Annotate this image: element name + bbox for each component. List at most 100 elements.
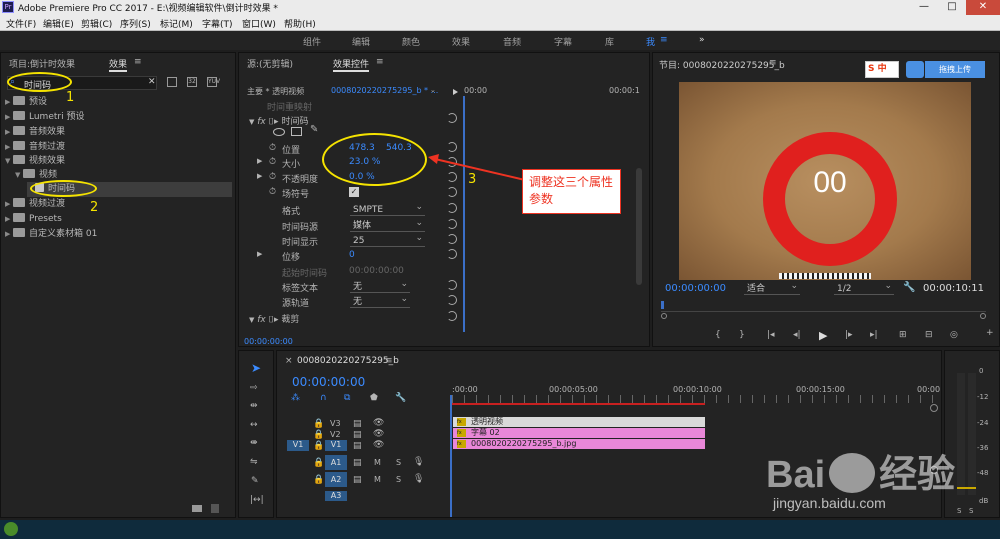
offset-expand-chevron-icon[interactable]: ▶ [257,250,262,258]
tree-item-custom-bin[interactable]: ▶ 自定义素材箱 01 [5,227,97,242]
track-name-v1[interactable]: V1 [325,440,347,451]
voiceover-mic-icon[interactable]: 🎙 [413,457,424,467]
stopwatch-icon[interactable]: ⏱ [269,143,276,153]
clip-image[interactable]: fx 0008020220275295_b.jpg [453,439,705,449]
scale-expand-chevron-icon[interactable]: ▶ [257,157,262,165]
menu-window[interactable]: 窗口(W) [242,17,276,30]
tree-item-presets[interactable]: ▶ 预设 [5,95,47,110]
track-name-a3[interactable]: A3 [325,491,347,501]
menu-clip[interactable]: 剪辑(C) [81,17,112,30]
tree-item-audio-effects[interactable]: ▶ 音频效果 [5,125,65,140]
tree-item-video-transitions[interactable]: ▶ 视频过渡 [5,197,65,212]
menu-marker[interactable]: 标记(M) [160,17,193,30]
yuv-effects-icon[interactable]: YUV [207,77,220,87]
effect-controls-timecode[interactable]: 00:00:00:00 [244,337,293,346]
lift-icon[interactable]: ⊞ [899,330,907,340]
program-title[interactable]: 节目: 0008020220275295_b [659,58,785,71]
stopwatch-icon[interactable]: ⏱ [269,172,276,182]
reset-icon[interactable] [447,113,457,123]
tab-project[interactable]: 项目:倒计时效果 [9,57,75,70]
workspace-tab-assembly[interactable]: 组件 [303,35,321,48]
scroll-handle[interactable] [930,404,938,412]
reset-icon[interactable] [447,203,457,213]
step-back-icon[interactable]: ◂| [793,330,801,340]
timeline-close-icon[interactable]: × [285,356,293,366]
menu-help[interactable]: 帮助(H) [284,17,316,30]
mark-in-icon[interactable]: { [715,330,721,340]
solo-button[interactable]: S [396,475,401,484]
cloud-icon[interactable] [906,61,924,78]
sync-lock-icon[interactable]: ▤ [353,441,362,451]
program-timecode[interactable]: 00:00:00:00 [665,283,726,294]
tab-effects[interactable]: 效果 [109,57,128,72]
timecode-effect-row[interactable]: ▼ fx ⌷▸ 时间码 [249,114,308,127]
clip-menu-chevron-icon[interactable]: ⌄ [430,86,436,94]
reset-icon[interactable] [447,249,457,259]
32bit-effects-icon[interactable]: 32 [187,77,197,87]
menu-edit[interactable]: 编辑(E) [43,17,74,30]
minimize-button[interactable]: — [911,0,937,15]
wrench-icon[interactable]: 🔧 [903,282,915,293]
work-area-bar[interactable] [452,403,705,405]
ellipse-mask-icon[interactable] [273,128,285,136]
clip-transparent-video[interactable]: fx 透明视频 [453,417,705,427]
track-select-tool-icon[interactable]: ⇨ [250,383,258,393]
crop-effect-row[interactable]: ▼ fx ⌷▸ 裁剪 [249,312,299,325]
upload-button[interactable]: 拖拽上传 [925,61,985,78]
play-button[interactable]: ▶ [819,329,827,342]
nest-icon[interactable]: ⁂ [291,393,300,403]
reset-icon[interactable] [447,311,457,321]
timeline-timecode[interactable]: 00:00:00:00 [292,375,365,389]
zoom-handle-right[interactable] [980,313,986,319]
workspace-tab-editing[interactable]: 编辑 [352,35,370,48]
menu-sequence[interactable]: 序列(S) [120,17,151,30]
rect-mask-icon[interactable] [291,127,302,136]
program-timebar[interactable] [661,311,986,312]
workspace-tab-color[interactable]: 颜色 [402,35,420,48]
track-name-a1[interactable]: A1 [325,455,347,470]
sync-lock-icon[interactable]: ▤ [353,475,362,485]
sequence-menu-icon[interactable]: ≡ [385,356,393,366]
field-symbol-checkbox[interactable]: ✓ [349,187,359,197]
new-bin-icon[interactable] [192,505,202,512]
master-clip-label[interactable]: 主要 * 透明视频 [247,86,304,97]
stopwatch-icon[interactable]: ⏱ [269,157,276,167]
eye-icon[interactable]: 👁 [373,440,384,450]
tab-source[interactable]: 源:(无剪辑) [247,57,293,70]
workspace-tab-effects[interactable]: 效果 [452,35,470,48]
source-patch-v1[interactable]: V1 [287,440,309,451]
tree-item-audio-transitions[interactable]: ▶ 音频过渡 [5,140,65,155]
source-track-select[interactable]: 无 [350,293,410,308]
sync-lock-icon[interactable]: ▤ [353,419,362,429]
ripple-edit-tool-icon[interactable]: ⇹ [250,401,258,411]
track-lock-icon[interactable]: 🔒 [313,419,324,429]
workspace-menu-icon[interactable]: ≡ [660,35,668,45]
timeline-settings-icon[interactable]: 🔧 [395,393,406,403]
track-name-a2[interactable]: A2 [325,472,347,487]
timeline-playhead[interactable] [450,395,452,517]
offset-value[interactable]: 0 [349,250,355,260]
reset-icon[interactable] [447,280,457,290]
opacity-expand-chevron-icon[interactable]: ▶ [257,172,262,180]
fit-select[interactable]: 适合 [744,280,800,295]
extract-icon[interactable]: ⊟ [925,330,933,340]
sync-lock-icon[interactable]: ▤ [353,458,362,468]
voiceover-mic-icon[interactable]: 🎙 [413,474,424,484]
label-text-select[interactable]: 无 [350,278,410,293]
menu-title[interactable]: 字幕(T) [202,17,233,30]
selection-tool-icon[interactable]: ➤ [251,361,261,375]
reset-icon[interactable] [447,187,457,197]
eye-icon[interactable]: 👁 [373,429,384,439]
track-lock-icon[interactable]: 🔒 [313,441,324,451]
tree-item-video-effects[interactable]: ▼ 视频效果 [5,154,65,169]
clip-title-02[interactable]: fx 字幕 02 [453,428,705,438]
tree-item-presets-folder[interactable]: ▶ Presets [5,212,62,227]
export-frame-icon[interactable]: ◎ [950,330,958,340]
reset-icon[interactable] [447,234,457,244]
close-window-button[interactable]: ✕ [966,0,1000,15]
clip-name[interactable]: 0008020220275295_b * ... [331,86,438,95]
go-to-in-icon[interactable]: |◂ [767,330,775,340]
add-marker-icon[interactable]: ⬟ [370,393,378,403]
workspace-tab-audio[interactable]: 音频 [503,35,521,48]
eye-icon[interactable]: 👁 [373,418,384,428]
